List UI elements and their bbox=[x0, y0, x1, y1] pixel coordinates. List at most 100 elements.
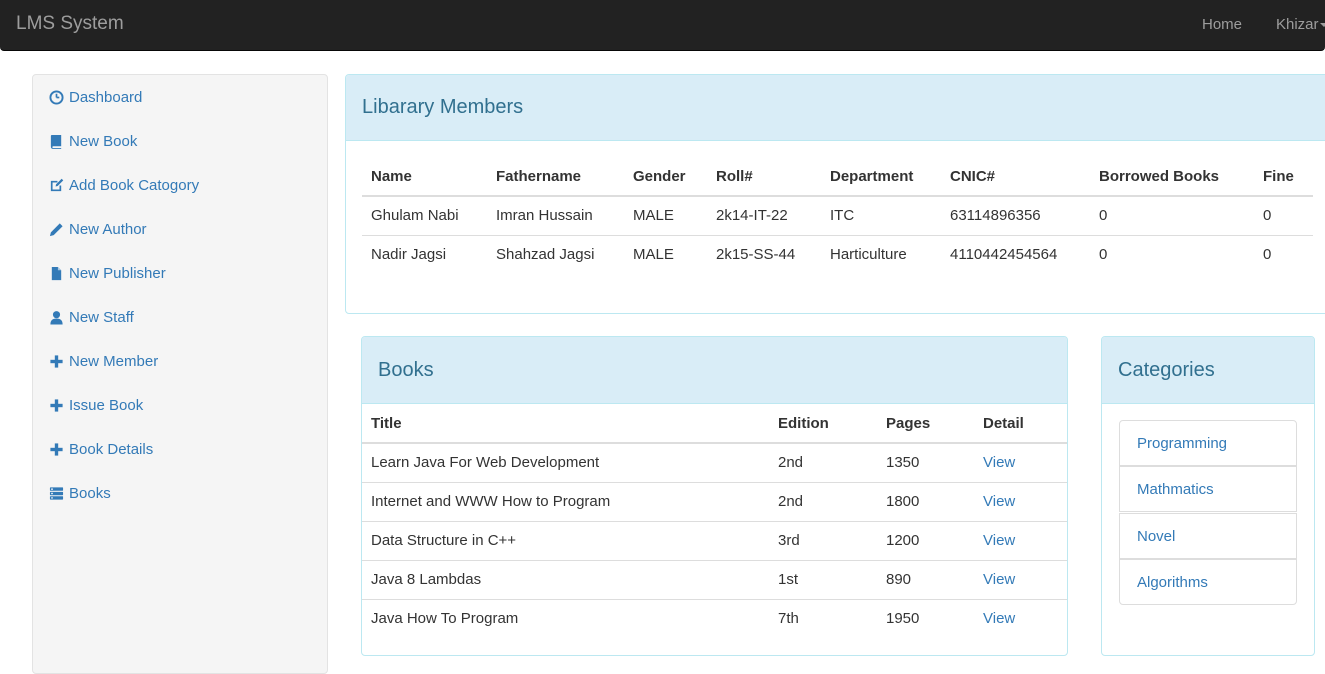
column-header: Edition bbox=[778, 414, 829, 432]
column-header: Title bbox=[371, 414, 402, 432]
sidebar-item-label: Add Book Catogory bbox=[69, 176, 200, 194]
column-header: Borrowed Books bbox=[1099, 167, 1220, 185]
book-pages: 1950 bbox=[886, 610, 920, 628]
books-panel: Books Title Edition Pages Detail Learn J… bbox=[361, 336, 1068, 656]
book-edition: 3rd bbox=[778, 532, 800, 549]
plus-icon bbox=[50, 354, 63, 368]
book-edition: 2nd bbox=[778, 493, 804, 510]
view-link[interactable]: View bbox=[983, 571, 1015, 588]
user-icon bbox=[50, 310, 63, 325]
book-title: Data Structure in C++ bbox=[371, 532, 517, 549]
table-row: Java How To Program 7th 1950 View bbox=[362, 599, 1067, 638]
sidebar-item-dashboard[interactable]: Dashboard bbox=[49, 86, 142, 108]
category-item-mathmatics[interactable]: Mathmatics bbox=[1119, 466, 1297, 512]
sidebar-item-label: Book Details bbox=[69, 440, 154, 458]
member-name: Ghulam Nabi bbox=[371, 207, 459, 225]
view-link[interactable]: View bbox=[983, 532, 1015, 549]
member-fathername: Shahzad Jagsi bbox=[496, 246, 595, 264]
column-header: Detail bbox=[983, 414, 1024, 432]
book-title: Learn Java For Web Development bbox=[371, 454, 600, 472]
book-edition: 7th bbox=[778, 610, 799, 628]
books-table: Title Edition Pages Detail Learn Java Fo… bbox=[362, 404, 1067, 638]
sidebar-item-new-publisher[interactable]: New Publisher bbox=[49, 262, 166, 284]
categories-panel-title: Categories bbox=[1102, 337, 1314, 404]
book-title: Java 8 Lambdas bbox=[371, 571, 482, 588]
column-header: Pages bbox=[886, 414, 931, 432]
sidebar-item-label: New Publisher bbox=[69, 264, 166, 282]
pencil-icon bbox=[49, 222, 63, 236]
members-panel: Libarary Members Name Fathername Gender … bbox=[345, 74, 1325, 314]
sidebar-item-label: Books bbox=[69, 484, 111, 502]
member-borrowed: 0 bbox=[1099, 207, 1108, 225]
table-row[interactable]: Ghulam Nabi Imran Hussain MALE 2k14-IT-2… bbox=[362, 196, 1313, 235]
nav-home-link[interactable]: Home bbox=[1202, 16, 1242, 33]
book-edition: 1st bbox=[778, 571, 799, 588]
column-header: Fathername bbox=[496, 167, 582, 185]
sidebar-item-book-details[interactable]: Book Details bbox=[49, 438, 153, 460]
column-header: Fine bbox=[1263, 167, 1294, 185]
user-name: Khizar bbox=[1276, 16, 1319, 33]
sidebar: Dashboard New Book Add Book Catogory New… bbox=[32, 74, 328, 674]
edit-icon bbox=[50, 178, 64, 191]
plus-icon bbox=[50, 442, 63, 456]
book-title: Internet and WWW How to Program bbox=[371, 493, 611, 510]
category-item-programming[interactable]: Programming bbox=[1119, 420, 1297, 466]
book-pages: 1200 bbox=[886, 532, 920, 549]
brand-link[interactable]: LMS System bbox=[16, 13, 124, 35]
book-pages: 1800 bbox=[886, 493, 920, 510]
member-gender: MALE bbox=[633, 246, 674, 264]
member-borrowed: 0 bbox=[1099, 246, 1108, 264]
table-row: Java 8 Lambdas 1st 890 View bbox=[362, 560, 1067, 599]
categories-panel: Categories Programming Mathmatics Novel … bbox=[1101, 336, 1315, 656]
top-navbar: LMS System Home Khizar bbox=[0, 0, 1325, 51]
sidebar-item-new-author[interactable]: New Author bbox=[49, 218, 147, 240]
member-department: ITC bbox=[830, 207, 855, 225]
book-icon bbox=[50, 134, 62, 149]
book-title: Java How To Program bbox=[371, 610, 519, 628]
file-icon bbox=[51, 266, 62, 280]
sidebar-item-label: New Book bbox=[69, 132, 138, 150]
member-gender: MALE bbox=[633, 207, 674, 225]
sidebar-item-label: New Staff bbox=[69, 308, 134, 326]
sidebar-item-label: New Author bbox=[69, 220, 147, 238]
sidebar-item-label: Issue Book bbox=[69, 396, 144, 414]
table-row: Internet and WWW How to Program 2nd 1800… bbox=[362, 482, 1067, 521]
members-table: Name Fathername Gender Roll# Department … bbox=[362, 157, 1313, 274]
category-item-novel[interactable]: Novel bbox=[1119, 513, 1297, 559]
member-department: Harticulture bbox=[830, 246, 907, 264]
caret-down-icon bbox=[1319, 23, 1325, 28]
table-header-row: Title Edition Pages Detail bbox=[362, 404, 1067, 443]
member-roll: 2k15-SS-44 bbox=[716, 246, 796, 264]
member-fine: 0 bbox=[1263, 207, 1272, 225]
book-pages: 890 bbox=[886, 571, 912, 588]
sidebar-item-new-member[interactable]: New Member bbox=[49, 350, 158, 372]
category-item-algorithms[interactable]: Algorithms bbox=[1119, 559, 1297, 605]
view-link[interactable]: View bbox=[983, 610, 1015, 627]
book-edition: 2nd bbox=[778, 454, 804, 472]
column-header: CNIC# bbox=[950, 167, 996, 185]
books-panel-title: Books bbox=[362, 337, 1067, 404]
dashboard-icon bbox=[49, 89, 64, 105]
member-name: Nadir Jagsi bbox=[371, 246, 447, 264]
sidebar-item-issue-book[interactable]: Issue Book bbox=[49, 394, 143, 416]
user-dropdown[interactable]: Khizar bbox=[1276, 16, 1325, 33]
column-header: Name bbox=[371, 167, 412, 185]
column-header: Roll# bbox=[716, 167, 753, 185]
view-link[interactable]: View bbox=[983, 493, 1015, 510]
member-roll: 2k14-IT-22 bbox=[716, 207, 788, 225]
member-fine: 0 bbox=[1263, 246, 1272, 264]
table-header-row: Name Fathername Gender Roll# Department … bbox=[362, 157, 1313, 196]
table-row[interactable]: Nadir Jagsi Shahzad Jagsi MALE 2k15-SS-4… bbox=[362, 235, 1313, 274]
sidebar-item-add-book-category[interactable]: Add Book Catogory bbox=[49, 174, 199, 196]
sidebar-item-books[interactable]: Books bbox=[49, 482, 111, 504]
column-header: Gender bbox=[633, 167, 686, 185]
view-link[interactable]: View bbox=[983, 454, 1015, 471]
sidebar-item-label: New Member bbox=[69, 352, 159, 370]
member-fathername: Imran Hussain bbox=[496, 207, 593, 225]
column-header: Department bbox=[830, 167, 914, 185]
sidebar-item-new-staff[interactable]: New Staff bbox=[49, 306, 134, 328]
book-pages: 1350 bbox=[886, 454, 920, 472]
sidebar-item-new-book[interactable]: New Book bbox=[49, 130, 137, 152]
list-icon bbox=[49, 486, 64, 500]
table-row: Data Structure in C++ 3rd 1200 View bbox=[362, 521, 1067, 560]
